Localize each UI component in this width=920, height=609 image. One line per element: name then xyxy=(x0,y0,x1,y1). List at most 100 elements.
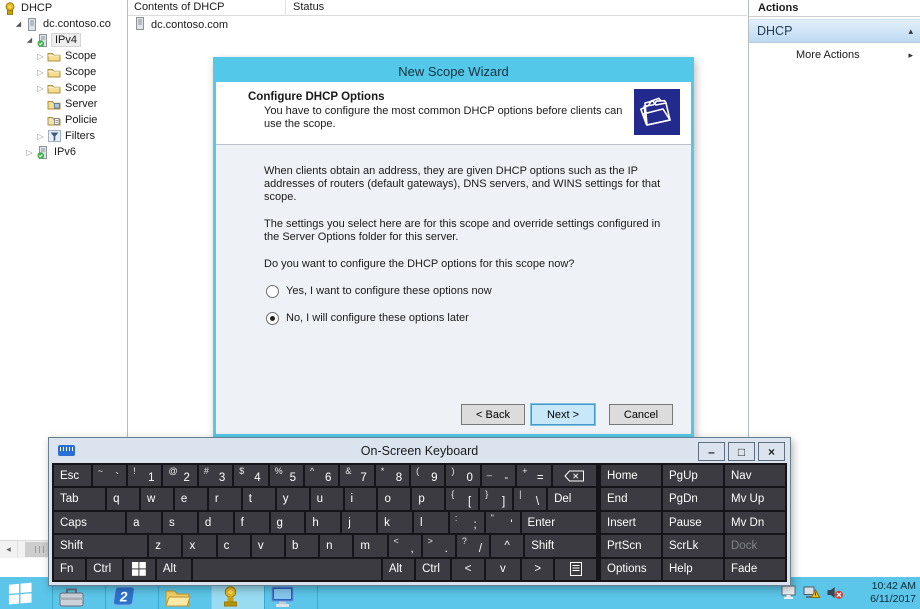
key-q[interactable]: q xyxy=(107,488,139,510)
key-o[interactable]: o xyxy=(378,488,411,510)
osk-title-bar[interactable]: On-Screen Keyboard – □ × xyxy=(49,438,790,463)
key-pause[interactable]: Pause xyxy=(663,511,723,534)
key-ctrl-right[interactable]: Ctrl xyxy=(416,558,451,581)
key-prtscn[interactable]: PrtScn xyxy=(601,535,661,557)
scroll-left-icon[interactable]: ◂ xyxy=(0,541,18,558)
tree-item-dhcp-root[interactable]: DHCP xyxy=(0,0,127,16)
column-divider[interactable] xyxy=(285,0,286,15)
column-contents[interactable]: Contents of DHCP xyxy=(134,1,224,13)
key-a[interactable]: a xyxy=(127,511,161,534)
key-n[interactable]: n xyxy=(320,535,353,557)
key-backspace[interactable] xyxy=(552,465,596,487)
collapsed-arrow-icon[interactable]: ▷ xyxy=(35,84,46,93)
tree-item-ipv4[interactable]: ◢ IPv4 xyxy=(0,32,127,48)
expanded-arrow-icon[interactable]: ◢ xyxy=(13,20,24,28)
key-3[interactable]: #3 xyxy=(198,465,233,487)
key-g[interactable]: g xyxy=(270,511,305,534)
key-l[interactable]: l xyxy=(413,511,448,534)
key-1[interactable]: ! 1 xyxy=(128,465,162,487)
display-icon[interactable] xyxy=(781,585,798,603)
back-button[interactable]: < Back xyxy=(461,404,525,425)
key-0[interactable]: ) 0 xyxy=(446,465,480,487)
key-w[interactable]: w xyxy=(141,488,173,510)
tree-item-scope-3[interactable]: ▷ Scope xyxy=(0,80,127,96)
key-menu[interactable] xyxy=(555,558,596,581)
collapsed-arrow-icon[interactable]: ▷ xyxy=(35,68,46,77)
key-2[interactable]: @2 xyxy=(163,465,197,487)
key-z[interactable]: z xyxy=(149,535,182,557)
actions-section-dhcp[interactable]: DHCP ▴ xyxy=(749,19,920,43)
column-status[interactable]: Status xyxy=(293,1,324,13)
key-options[interactable]: Options xyxy=(601,558,661,581)
taskbar-clock[interactable]: 10:42 AM 6/11/2017 xyxy=(848,580,916,606)
key-comma[interactable]: <, xyxy=(388,535,421,557)
key-fade[interactable]: Fade xyxy=(725,558,785,581)
tree-item-dc-contoso-com[interactable]: ◢ dc.contoso.co xyxy=(0,16,127,32)
key-c[interactable]: c xyxy=(217,535,250,557)
key-9[interactable]: (9 xyxy=(411,465,445,487)
volume-muted-icon[interactable] xyxy=(826,585,844,603)
collapsed-arrow-icon[interactable]: ▷ xyxy=(24,148,35,157)
key-fn[interactable]: Fn xyxy=(54,558,86,581)
key-caps[interactable]: Caps xyxy=(54,511,126,534)
key-del[interactable]: Del xyxy=(548,488,596,510)
key-down-arrow[interactable]: v xyxy=(485,558,521,581)
tree-item-server-options[interactable]: Server xyxy=(0,96,127,112)
key-pgup[interactable]: PgUp xyxy=(663,465,723,487)
wizard-title-bar[interactable]: New Scope Wizard xyxy=(216,60,691,82)
key-alt-left[interactable]: Alt xyxy=(156,558,192,581)
key-m[interactable]: m xyxy=(354,535,387,557)
key-j[interactable]: j xyxy=(342,511,377,534)
key-e[interactable]: e xyxy=(174,488,207,510)
radio-circle-yes[interactable] xyxy=(266,285,279,298)
tree-item-scope-1[interactable]: ▷ Scope xyxy=(0,48,127,64)
key-right-arrow[interactable]: > xyxy=(522,558,554,581)
tree-item-policies[interactable]: Policie xyxy=(0,112,127,128)
key-d[interactable]: d xyxy=(198,511,233,534)
key-x[interactable]: x xyxy=(183,535,216,557)
key-r[interactable]: r xyxy=(208,488,241,510)
collapsed-arrow-icon[interactable]: ▷ xyxy=(35,52,46,61)
list-item-dc-contoso[interactable]: dc.contoso.com xyxy=(128,16,747,34)
key-semicolon[interactable]: :; xyxy=(449,511,484,534)
key-k[interactable]: k xyxy=(378,511,412,534)
key-backslash[interactable]: | \ xyxy=(514,488,547,510)
tree-item-scope-2[interactable]: ▷ Scope xyxy=(0,64,127,80)
key-windows[interactable] xyxy=(123,558,155,581)
key-p[interactable]: p xyxy=(412,488,445,510)
key-t[interactable]: t xyxy=(242,488,275,510)
key-scrlk[interactable]: ScrLk xyxy=(663,535,723,557)
minimize-button[interactable]: – xyxy=(698,442,725,461)
key-ctrl-left[interactable]: Ctrl xyxy=(87,558,122,581)
key-5[interactable]: % 5 xyxy=(269,465,303,487)
maximize-button[interactable]: □ xyxy=(728,442,755,461)
radio-configure-now[interactable]: Yes, I want to configure these options n… xyxy=(266,285,651,298)
start-button[interactable] xyxy=(7,581,33,607)
key-8[interactable]: * 8 xyxy=(375,465,410,487)
key-apostrophe[interactable]: " ' xyxy=(485,511,520,534)
key-enter[interactable]: Enter xyxy=(521,511,597,534)
key-end[interactable]: End xyxy=(601,488,661,510)
collapse-arrow-icon[interactable]: ▴ xyxy=(908,26,913,37)
key-shift-right[interactable]: Shift xyxy=(525,535,596,557)
key-i[interactable]: i xyxy=(344,488,377,510)
key-bracket-right[interactable]: }] xyxy=(480,488,513,510)
key-shift-left[interactable]: Shift xyxy=(54,535,148,557)
key-4[interactable]: $4 xyxy=(234,465,268,487)
tree-item-ipv6[interactable]: ▷ IPv6 xyxy=(0,144,127,160)
more-actions-item[interactable]: More Actions ▸ xyxy=(749,43,920,61)
collapsed-arrow-icon[interactable]: ▷ xyxy=(35,132,46,141)
key-insert[interactable]: Insert xyxy=(601,511,661,534)
key-up-arrow[interactable]: ^ xyxy=(491,535,524,557)
key-equals[interactable]: + = xyxy=(517,465,551,487)
key-mv-dn[interactable]: Mv Dn xyxy=(725,511,785,534)
key-y[interactable]: y xyxy=(276,488,309,510)
key-space[interactable] xyxy=(193,558,381,581)
key-esc[interactable]: Esc xyxy=(54,465,91,487)
cancel-button[interactable]: Cancel xyxy=(609,404,673,425)
key-minus[interactable]: _ - xyxy=(481,465,516,487)
key-bracket-left[interactable]: {[ xyxy=(446,488,479,510)
key-u[interactable]: u xyxy=(310,488,343,510)
radio-circle-no[interactable] xyxy=(266,312,279,325)
key-alt-right[interactable]: Alt xyxy=(382,558,415,581)
